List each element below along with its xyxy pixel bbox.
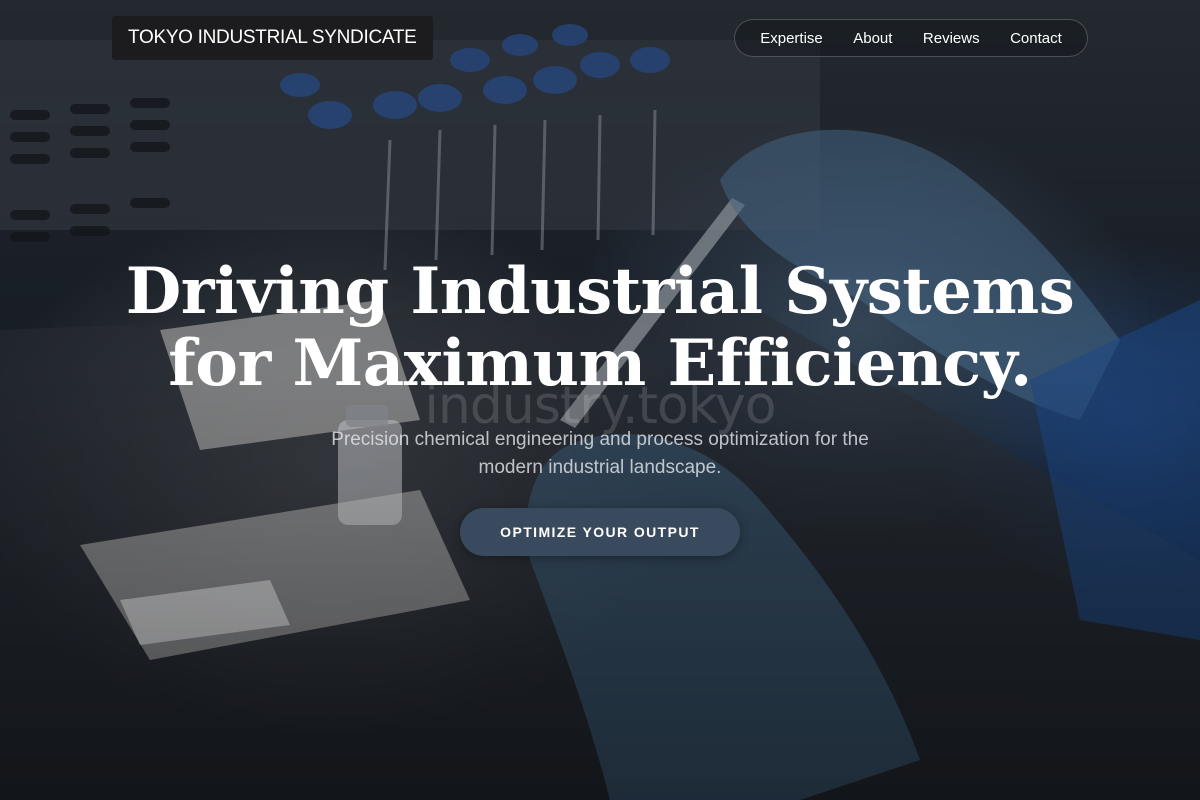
- hero-subtitle: Precision chemical engineering and proce…: [0, 426, 1200, 482]
- nav-item-contact[interactable]: Contact: [1010, 30, 1062, 47]
- hero-subtitle-line-1: Precision chemical engineering and proce…: [331, 429, 869, 450]
- hero-headline: Driving Industrial Systems for Maximum E…: [0, 256, 1200, 400]
- nav-item-expertise[interactable]: Expertise: [760, 30, 823, 47]
- hero-section: TOKYO INDUSTRIAL SYNDICATE Expertise Abo…: [0, 0, 1200, 800]
- nav-item-about[interactable]: About: [853, 30, 892, 47]
- brand-logo[interactable]: TOKYO INDUSTRIAL SYNDICATE: [112, 16, 433, 60]
- hero-headline-line-1: Driving Industrial Systems: [125, 254, 1075, 329]
- main-nav: Expertise About Reviews Contact: [734, 19, 1088, 57]
- optimize-output-button[interactable]: OPTIMIZE YOUR OUTPUT: [460, 508, 740, 556]
- hero-headline-line-2: for Maximum Efficiency.: [168, 326, 1032, 401]
- nav-item-reviews[interactable]: Reviews: [923, 30, 980, 47]
- hero-subtitle-line-2: modern industrial landscape.: [478, 457, 722, 478]
